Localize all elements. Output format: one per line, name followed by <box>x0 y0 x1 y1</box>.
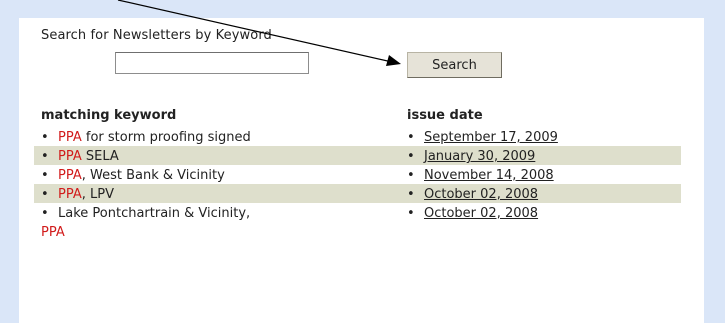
keyword-cell: • Lake Pontchartrain & Vicinity, PPA <box>41 204 361 242</box>
issue-date-link[interactable]: October 02, 2008 <box>424 206 538 221</box>
result-row: • PPA, West Bank & Vicinity • November 14,… <box>34 165 681 184</box>
keyword-cell: • PPA, West Bank & Vicinity <box>41 166 361 185</box>
result-row: • PPA for storm proofing signed • Septembe… <box>34 127 681 146</box>
result-row: • PPA, LPV • October 02, 2008 <box>34 184 681 203</box>
date-cell: • November 14, 2008 <box>407 166 554 185</box>
keyword-text: SELA <box>81 149 119 164</box>
date-cell: • January 30, 2009 <box>407 147 535 166</box>
keyword-text: Lake Pontchartrain & Vicinity, <box>58 206 251 221</box>
issue-date-link[interactable]: January 30, 2009 <box>424 149 535 164</box>
bullet-icon: • <box>407 149 415 164</box>
result-row: • Lake Pontchartrain & Vicinity, PPA • Octo… <box>34 203 681 241</box>
bullet-icon: • <box>407 187 415 202</box>
issue-date-header: issue date <box>407 108 483 123</box>
keyword-cell: • PPA for storm proofing signed <box>41 128 361 147</box>
bullet-icon: • <box>407 130 415 145</box>
keyword-highlight: PPA <box>58 187 82 202</box>
keyword-highlight: PPA <box>58 168 82 183</box>
result-row: • PPA SELA • January 30, 2009 <box>34 146 681 165</box>
keyword-highlight: PPA <box>58 130 82 145</box>
bullet-icon: • <box>41 187 49 202</box>
keyword-text: , West Bank & Vicinity <box>81 168 225 183</box>
date-cell: • October 02, 2008 <box>407 185 538 204</box>
matching-keyword-header: matching keyword <box>41 108 177 123</box>
keyword-text: , LPV <box>81 187 114 202</box>
keyword-cell: • PPA, LPV <box>41 185 361 204</box>
keyword-highlight: PPA <box>41 225 65 240</box>
issue-date-link[interactable]: November 14, 2008 <box>424 168 554 183</box>
bullet-icon: • <box>41 130 49 145</box>
bullet-icon: • <box>41 206 49 221</box>
date-cell: • October 02, 2008 <box>407 204 538 223</box>
issue-date-link[interactable]: September 17, 2009 <box>424 130 558 145</box>
bullet-icon: • <box>407 168 415 183</box>
search-label: Search for Newsletters by Keyword <box>41 28 272 43</box>
search-input[interactable] <box>115 52 309 74</box>
keyword-cell: • PPA SELA <box>41 147 361 166</box>
keyword-text: for storm proofing signed <box>81 130 251 145</box>
results-list: • PPA for storm proofing signed • Septembe… <box>34 127 681 241</box>
bullet-icon: • <box>41 149 49 164</box>
bullet-icon: • <box>41 168 49 183</box>
date-cell: • September 17, 2009 <box>407 128 558 147</box>
bullet-icon: • <box>407 206 415 221</box>
keyword-highlight: PPA <box>58 149 82 164</box>
issue-date-link[interactable]: October 02, 2008 <box>424 187 538 202</box>
search-button[interactable]: Search <box>407 52 502 78</box>
search-panel: Search for Newsletters by Keyword Search… <box>19 18 704 323</box>
